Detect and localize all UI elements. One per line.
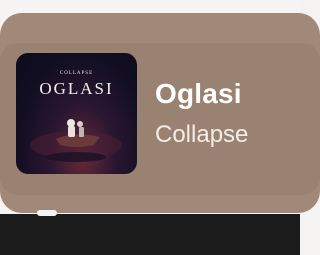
page-indicator-icon bbox=[37, 210, 57, 216]
track-title[interactable]: Oglasi bbox=[155, 78, 242, 110]
artwork-illustration bbox=[30, 119, 122, 162]
bottom-bar bbox=[0, 214, 300, 255]
artist-name[interactable]: Collapse bbox=[155, 121, 248, 149]
album-artwork[interactable]: COLLAPSE OGLASI bbox=[16, 53, 137, 174]
